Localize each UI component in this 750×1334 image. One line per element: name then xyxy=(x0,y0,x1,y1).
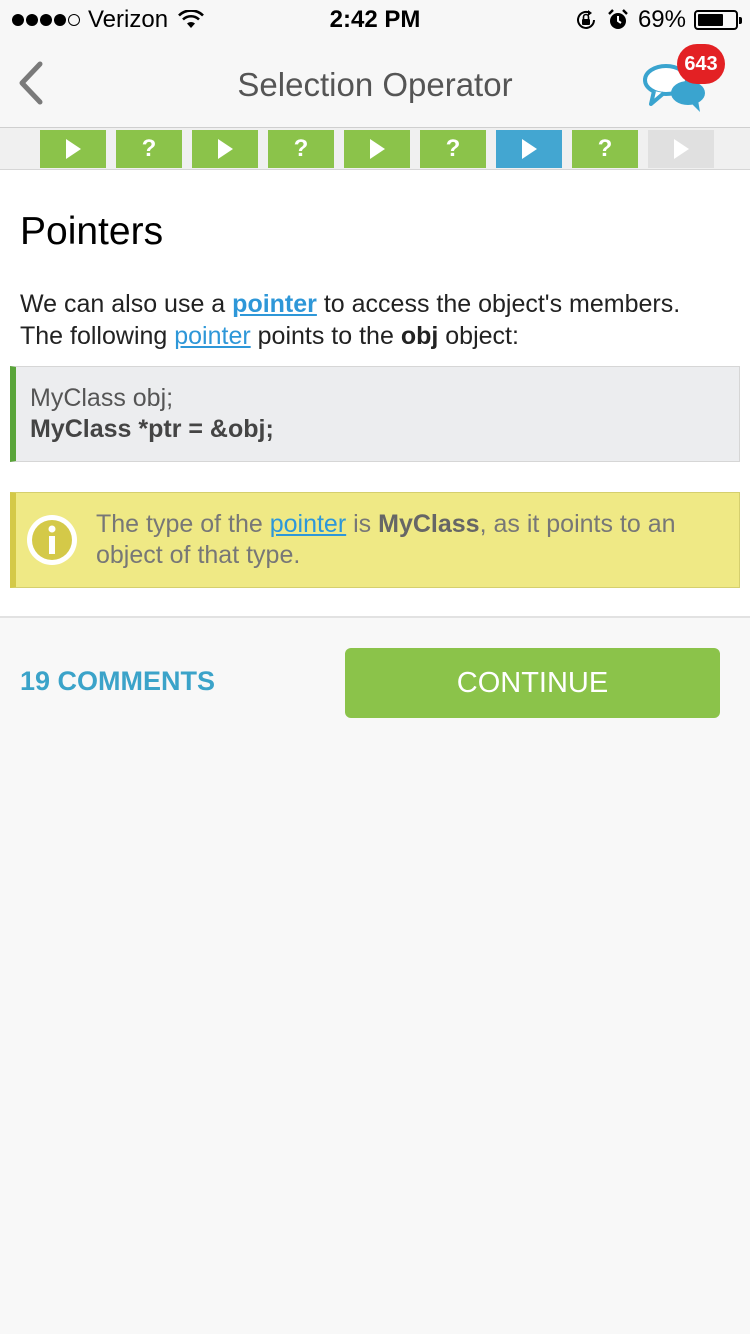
comments-link[interactable]: 19 COMMENTS xyxy=(20,666,215,697)
question-mark-icon: ? xyxy=(293,135,309,162)
battery-percent: 69% xyxy=(637,6,686,33)
rotation-lock-icon xyxy=(576,10,595,29)
code-block: MyClass obj; MyClass *ptr = &obj; xyxy=(10,366,740,462)
lesson-title: Pointers xyxy=(20,210,164,253)
step-quiz-2[interactable]: ? xyxy=(116,130,182,168)
para-text: object: xyxy=(438,322,519,350)
battery-icon xyxy=(694,10,742,30)
battery-fill xyxy=(698,14,723,26)
para-text: The following xyxy=(20,322,175,350)
status-right: 69% xyxy=(574,6,742,34)
play-icon xyxy=(521,139,537,159)
step-quiz-6[interactable]: ? xyxy=(420,130,486,168)
note-text-part: The type of the xyxy=(96,510,270,538)
note-bold: MyClass xyxy=(378,510,480,538)
step-play-3[interactable] xyxy=(192,130,258,168)
para-bold: obj xyxy=(400,322,439,350)
continue-button[interactable]: CONTINUE xyxy=(345,648,720,718)
step-play-7[interactable] xyxy=(496,130,562,168)
step-quiz-8[interactable]: ? xyxy=(572,130,638,168)
para-text: to access the object's members. xyxy=(316,290,681,318)
step-play-9[interactable] xyxy=(648,130,714,168)
pointer-link[interactable]: pointer xyxy=(232,290,317,318)
step-play-1[interactable] xyxy=(40,130,106,168)
page-title: Selection Operator xyxy=(237,66,513,103)
lesson-progress-strip: ???? xyxy=(0,128,750,170)
status-bar: Verizon 2:42 PM 69% xyxy=(0,0,750,40)
para-text: We can also use a xyxy=(20,290,233,318)
code-line: MyClass *ptr = &obj; xyxy=(30,415,274,443)
para-text: points to the xyxy=(250,322,401,350)
play-icon xyxy=(369,139,385,159)
pointer-link[interactable]: pointer xyxy=(270,510,346,538)
play-icon xyxy=(673,139,689,159)
info-icon xyxy=(27,515,77,565)
question-mark-icon: ? xyxy=(597,135,613,162)
info-note: The type of the pointer is MyClass, as i… xyxy=(10,492,740,588)
lesson-card: Pointers We can also use a pointer to ac… xyxy=(0,170,750,618)
code-line: MyClass obj; xyxy=(30,384,174,412)
nav-bar: Selection Operator 643 xyxy=(0,40,750,128)
step-play-5[interactable] xyxy=(344,130,410,168)
alarm-clock-icon xyxy=(608,9,628,29)
play-icon xyxy=(217,139,233,159)
step-quiz-4[interactable]: ? xyxy=(268,130,334,168)
pointer-link[interactable]: pointer xyxy=(174,322,250,350)
note-text-part: is xyxy=(346,510,379,538)
notification-badge: 643 xyxy=(677,44,725,84)
note-text: The type of the pointer is MyClass, as i… xyxy=(96,509,716,571)
question-mark-icon: ? xyxy=(141,135,157,162)
lesson-paragraph: We can also use a pointer to access the … xyxy=(20,288,730,352)
play-icon xyxy=(65,139,81,159)
question-mark-icon: ? xyxy=(445,135,461,162)
